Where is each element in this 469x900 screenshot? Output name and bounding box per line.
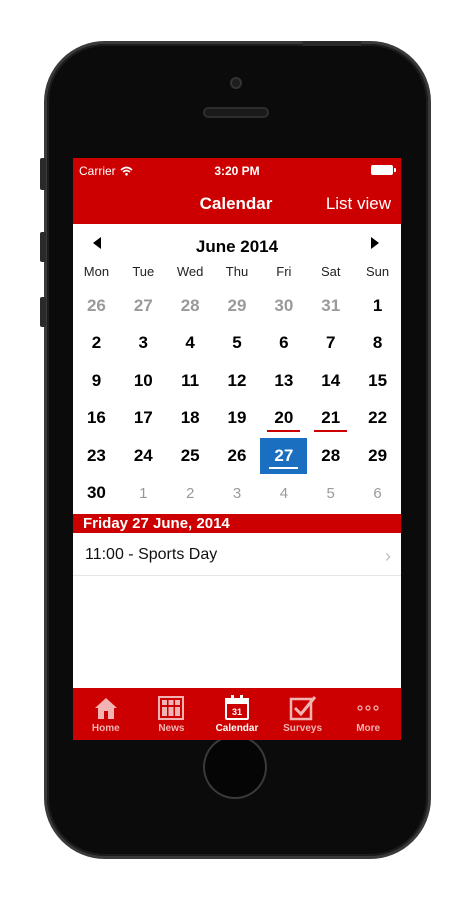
calendar-day[interactable]: 19	[214, 400, 261, 438]
calendar-day[interactable]: 1	[354, 287, 401, 325]
weekday-label: Sun	[366, 264, 390, 279]
battery-icon	[371, 165, 396, 175]
calendar-week-row: 16 17 18 19 20 21 22	[73, 400, 401, 438]
calendar-day[interactable]: 4	[260, 475, 307, 513]
calendar-day[interactable]: 22	[354, 400, 401, 438]
calendar-day[interactable]: 9	[73, 362, 120, 400]
weekday-header-row: Mon Tue Wed Thu Fri Sat Sun	[73, 264, 401, 284]
mute-switch	[40, 158, 46, 190]
tab-label: Surveys	[283, 723, 323, 734]
calendar-day[interactable]: 8	[354, 325, 401, 363]
calendar-week-row: 30 1 2 3 4 5 6	[73, 475, 401, 513]
calendar-day[interactable]: 30	[260, 287, 307, 325]
front-camera	[230, 77, 242, 89]
calendar-day[interactable]: 1	[120, 475, 167, 513]
calendar-day[interactable]: 18	[167, 400, 214, 438]
tab-more[interactable]: More	[335, 688, 401, 740]
app-screen: Carrier 3:20 PM Calendar List view June …	[73, 158, 401, 740]
tab-bar: Home News 31 Calendar Surveys More	[73, 688, 401, 740]
tab-surveys[interactable]: Surveys	[270, 688, 336, 740]
next-month-icon[interactable]	[371, 237, 379, 249]
weekday-label: Wed	[176, 264, 204, 279]
calendar-day[interactable]: 11	[167, 362, 214, 400]
calendar-day[interactable]: 3	[120, 325, 167, 363]
weekday-label: Thu	[225, 264, 249, 279]
calendar-day[interactable]: 2	[167, 475, 214, 513]
calendar-day-with-event[interactable]: 20	[260, 400, 307, 438]
calendar-day[interactable]: 10	[120, 362, 167, 400]
month-title: June 2014	[195, 237, 279, 256]
tab-label: More	[356, 723, 381, 734]
chevron-right-icon: ›	[385, 546, 391, 566]
page-title: Calendar	[199, 194, 273, 213]
calendar-day[interactable]: 4	[167, 325, 214, 363]
weekday-label: Mon	[83, 264, 110, 279]
navigation-bar: Calendar List view	[73, 182, 401, 224]
tab-news[interactable]: News	[139, 688, 205, 740]
checkbox-icon	[289, 694, 317, 722]
calendar-grid: 26 27 28 29 30 31 1 2 3 4 5 6 7 8 9 10 11 12 13 14 15 16 17 18 1…	[73, 287, 401, 512]
calendar-day[interactable]: 7	[307, 325, 354, 363]
volume-down-button	[40, 297, 46, 327]
grid-icon	[157, 694, 185, 722]
calendar-day[interactable]: 6	[260, 325, 307, 363]
calendar-week-row: 9 10 11 12 13 14 15	[73, 362, 401, 400]
weekday-label: Tue	[132, 264, 155, 279]
power-button	[302, 41, 362, 46]
tab-label: News	[158, 723, 185, 734]
calendar-day[interactable]: 12	[214, 362, 261, 400]
list-view-button[interactable]: List view	[326, 194, 391, 214]
calendar-day[interactable]: 26	[214, 437, 261, 475]
home-button[interactable]	[203, 735, 267, 799]
selected-day-header: Friday 27 June, 2014	[73, 514, 401, 533]
calendar-week-row: 26 27 28 29 30 31 1	[73, 287, 401, 325]
calendar-day[interactable]: 5	[307, 475, 354, 513]
tab-label: Calendar	[215, 723, 259, 734]
calendar-day[interactable]: 24	[120, 437, 167, 475]
svg-text:31: 31	[232, 707, 242, 717]
calendar-day[interactable]: 27	[120, 287, 167, 325]
calendar-day[interactable]: 28	[307, 437, 354, 475]
calendar-day[interactable]: 25	[167, 437, 214, 475]
tab-home[interactable]: Home	[73, 688, 139, 740]
calendar-day[interactable]: 2	[73, 325, 120, 363]
calendar-day[interactable]: 26	[73, 287, 120, 325]
event-list-item[interactable]: 11:00 - Sports Day ›	[73, 535, 401, 576]
calendar-day[interactable]: 13	[260, 362, 307, 400]
house-icon	[92, 694, 120, 722]
calendar-day-with-event[interactable]: 21	[307, 400, 354, 438]
calendar-day[interactable]: 29	[354, 437, 401, 475]
calendar-week-row: 2345678	[73, 325, 401, 363]
volume-up-button	[40, 232, 46, 262]
status-bar: Carrier 3:20 PM	[73, 158, 401, 182]
event-title: 11:00 - Sports Day	[85, 546, 218, 563]
calendar-day[interactable]: 30	[73, 475, 120, 513]
month-header: June 2014	[73, 224, 401, 264]
tab-label: Home	[91, 723, 120, 734]
calendar-day-selected[interactable]: 27	[260, 438, 308, 474]
weekday-label: Sat	[320, 264, 341, 279]
weekday-label: Fri	[276, 264, 292, 279]
earpiece-speaker	[203, 107, 269, 118]
calendar-day[interactable]: 17	[120, 400, 167, 438]
tab-calendar[interactable]: 31 Calendar	[204, 688, 270, 740]
more-dots-icon	[354, 694, 382, 722]
calendar-day[interactable]: 28	[167, 287, 214, 325]
calendar-week-row: 23 24 25 26 27 28 29	[73, 437, 401, 475]
calendar-icon: 31	[223, 694, 251, 722]
calendar-day[interactable]: 23	[73, 437, 120, 475]
calendar-day[interactable]: 14	[307, 362, 354, 400]
calendar-day[interactable]: 16	[73, 400, 120, 438]
calendar-day[interactable]: 29	[214, 287, 261, 325]
calendar-day[interactable]: 15	[354, 362, 401, 400]
top-bar: Carrier 3:20 PM Calendar List view	[73, 158, 401, 224]
calendar-day[interactable]: 31	[307, 287, 354, 325]
calendar-day[interactable]: 5	[214, 325, 261, 363]
calendar-day[interactable]: 3	[214, 475, 261, 513]
calendar-day[interactable]: 6	[354, 475, 401, 513]
status-time: 3:20 PM	[214, 164, 260, 178]
